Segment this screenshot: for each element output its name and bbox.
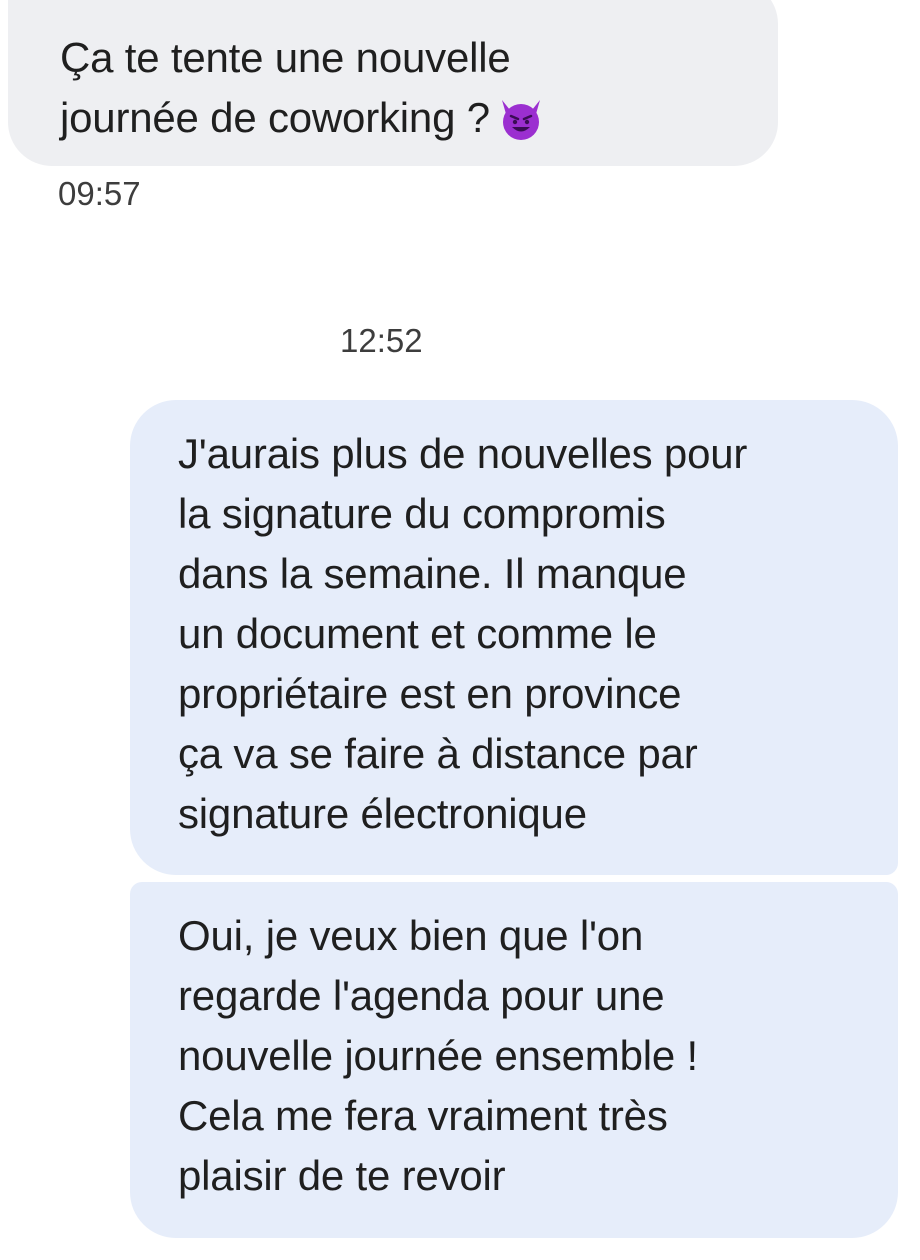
message-line: plaisir de te revoir xyxy=(178,1152,506,1199)
message-thread: Ça te tente une nouvelle journée de cowo… xyxy=(0,0,920,1260)
message-line: Cela me fera vraiment très xyxy=(178,1092,668,1139)
outgoing-message-bubble[interactable]: Oui, je veux bien que l'on regarde l'age… xyxy=(130,882,898,1238)
message-line: dans la semaine. Il manque xyxy=(178,550,687,597)
message-line: regarde l'agenda pour une xyxy=(178,972,665,1019)
message-line: journée de coworking ? xyxy=(60,88,748,148)
message-line: signature électronique xyxy=(178,790,587,837)
message-timestamp: 12:52 xyxy=(340,322,423,359)
message-line: Ça te tente une nouvelle xyxy=(60,34,511,81)
smiling-devil-emoji-icon xyxy=(501,100,540,140)
message-line: nouvelle journée ensemble ! xyxy=(178,1032,698,1079)
message-line: J'aurais plus de nouvelles pour xyxy=(178,430,748,477)
outgoing-message-bubble[interactable]: J'aurais plus de nouvelles pour la signa… xyxy=(130,400,898,875)
message-timestamp: 09:57 xyxy=(58,175,141,212)
message-line: la signature du compromis xyxy=(178,490,666,537)
message-line: Oui, je veux bien que l'on xyxy=(178,912,644,959)
message-line: un document et comme le xyxy=(178,610,657,657)
message-line-text: journée de coworking ? xyxy=(60,94,490,141)
incoming-message-bubble[interactable]: Ça te tente une nouvelle journée de cowo… xyxy=(8,0,778,166)
message-line: ça va se faire à distance par xyxy=(178,730,698,777)
message-line: propriétaire est en province xyxy=(178,670,682,717)
